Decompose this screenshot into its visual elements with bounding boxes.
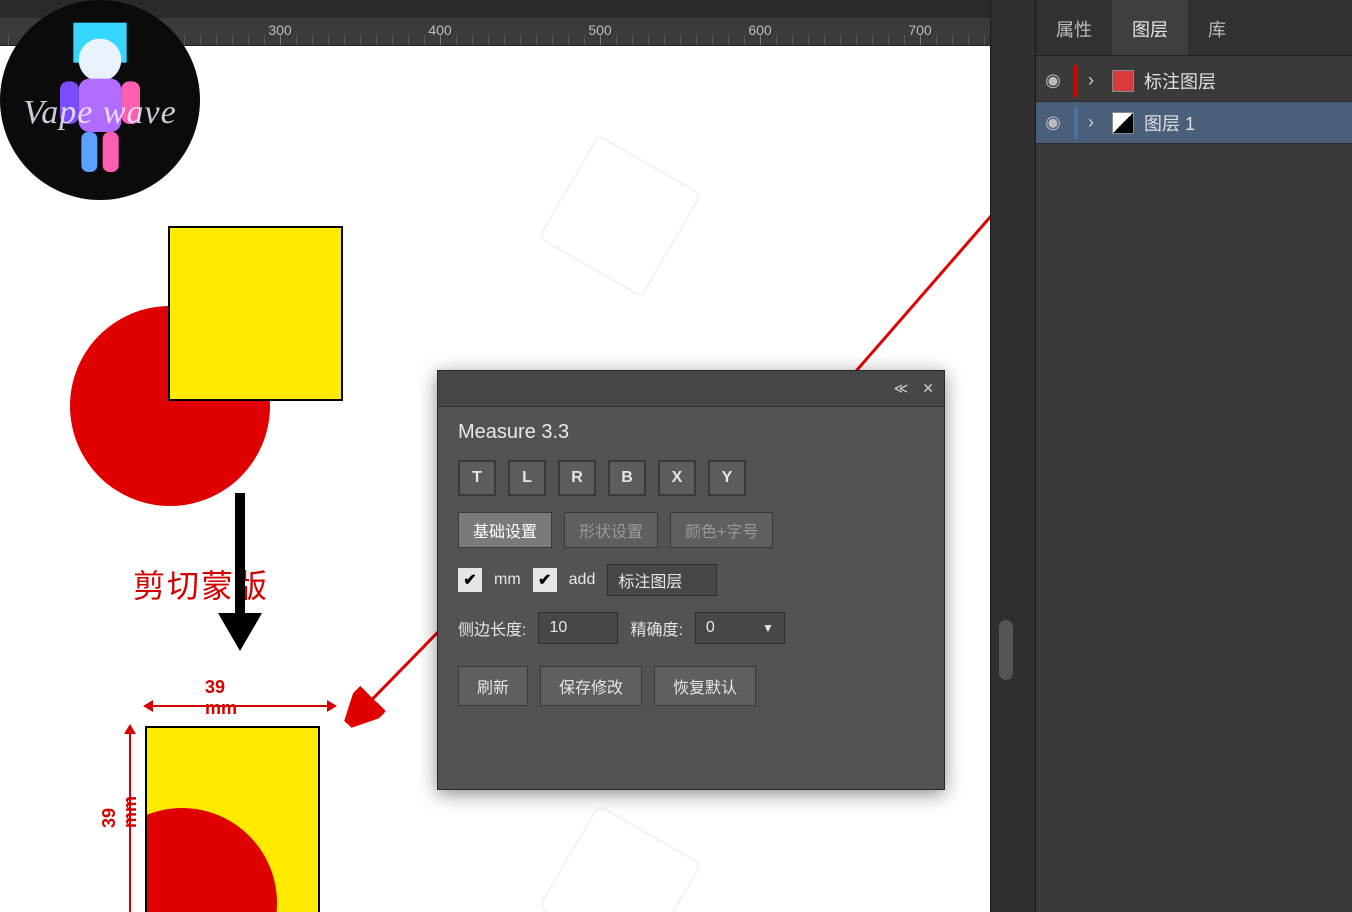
checkbox-add-label: add (569, 571, 596, 589)
checkbox-mm[interactable]: ✔ (458, 568, 482, 592)
tab-properties[interactable]: 属性 (1036, 0, 1112, 55)
precision-select[interactable]: 0 ▼ (695, 612, 785, 644)
tab-basic-settings[interactable]: 基础设置 (458, 512, 552, 548)
dir-x-button[interactable]: X (658, 460, 696, 496)
panel-tabs: 属性 图层 库 (1036, 0, 1352, 56)
layer-name: 图层 1 (1144, 110, 1195, 136)
ruler-tick: 700 (908, 22, 931, 38)
chevron-left-icon[interactable]: ≪ (894, 380, 909, 397)
clipped-result-shape[interactable] (145, 726, 320, 912)
layer-color-indicator (1074, 107, 1078, 139)
checkbox-mm-label: mm (494, 571, 521, 589)
dir-right-button[interactable]: R (558, 460, 596, 496)
tab-layers[interactable]: 图层 (1112, 0, 1188, 55)
annotation-layer-field[interactable]: 标注图层 (607, 564, 717, 596)
refresh-button[interactable]: 刷新 (458, 666, 528, 706)
precision-label: 精确度: (630, 616, 682, 640)
right-panels: 属性 图层 库 ◉ › 标注图层 ◉ › 图层 1 (1036, 0, 1352, 912)
options-row: ✔ mm ✔ add 标注图层 (458, 564, 924, 596)
arrow-down-icon (210, 493, 270, 653)
visibility-toggle-icon[interactable]: ◉ (1042, 112, 1064, 133)
layer-name: 标注图层 (1144, 68, 1216, 94)
layer-thumbnail (1112, 112, 1134, 134)
dir-top-button[interactable]: T (458, 460, 496, 496)
watermark (538, 804, 702, 912)
dir-y-button[interactable]: Y (708, 460, 746, 496)
measure-panel[interactable]: ≪ ✕ Measure 3.3 T L R B X Y 基础设置 形状设置 颜色… (437, 370, 945, 790)
dimension-width-value: 39 mm (205, 677, 237, 719)
side-length-label: 侧边长度: (458, 616, 526, 640)
watermark (538, 134, 702, 298)
dir-left-button[interactable]: L (508, 460, 546, 496)
tab-color-font[interactable]: 颜色+字号 (670, 512, 773, 548)
ruler-tick: 300 (268, 22, 291, 38)
measure-panel-title: Measure 3.3 (438, 407, 944, 454)
tab-shape-settings[interactable]: 形状设置 (564, 512, 658, 548)
chevron-right-icon[interactable]: › (1088, 112, 1102, 133)
yellow-square-shape[interactable] (168, 226, 343, 401)
layers-list: ◉ › 标注图层 ◉ › 图层 1 (1036, 56, 1352, 144)
tab-library[interactable]: 库 (1188, 0, 1246, 55)
measure-panel-header[interactable]: ≪ ✕ (438, 371, 944, 407)
ruler-tick: 600 (748, 22, 771, 38)
chevron-right-icon[interactable]: › (1088, 70, 1102, 91)
actions-row: 刷新 保存修改 恢复默认 (458, 666, 924, 706)
vertical-gutter (990, 0, 1036, 912)
dir-bottom-button[interactable]: B (608, 460, 646, 496)
numeric-row: 侧边长度: 10 精确度: 0 ▼ (458, 612, 924, 644)
dimension-height-value: 39 mm (99, 796, 141, 828)
chevron-down-icon: ▼ (762, 621, 774, 635)
profile-avatar: Vape wave (0, 0, 200, 200)
direction-buttons-row: T L R B X Y (458, 460, 924, 496)
save-changes-button[interactable]: 保存修改 (540, 666, 642, 706)
ruler-tick: 400 (428, 22, 451, 38)
checkbox-add[interactable]: ✔ (533, 568, 557, 592)
ruler-tick: 500 (588, 22, 611, 38)
visibility-toggle-icon[interactable]: ◉ (1042, 70, 1064, 91)
clipped-circle (145, 808, 277, 912)
scrollbar-thumb[interactable] (999, 620, 1013, 680)
reset-default-button[interactable]: 恢复默认 (654, 666, 756, 706)
avatar-text: Vape wave (0, 94, 200, 132)
side-length-input[interactable]: 10 (538, 612, 618, 644)
layer-color-indicator (1074, 65, 1078, 97)
setting-tabs-row: 基础设置 形状设置 颜色+字号 (458, 512, 924, 548)
precision-value: 0 (706, 619, 715, 637)
layer-row[interactable]: ◉ › 图层 1 (1036, 102, 1352, 144)
layer-thumbnail (1112, 70, 1134, 92)
layer-row[interactable]: ◉ › 标注图层 (1036, 60, 1352, 102)
close-icon[interactable]: ✕ (922, 380, 934, 397)
